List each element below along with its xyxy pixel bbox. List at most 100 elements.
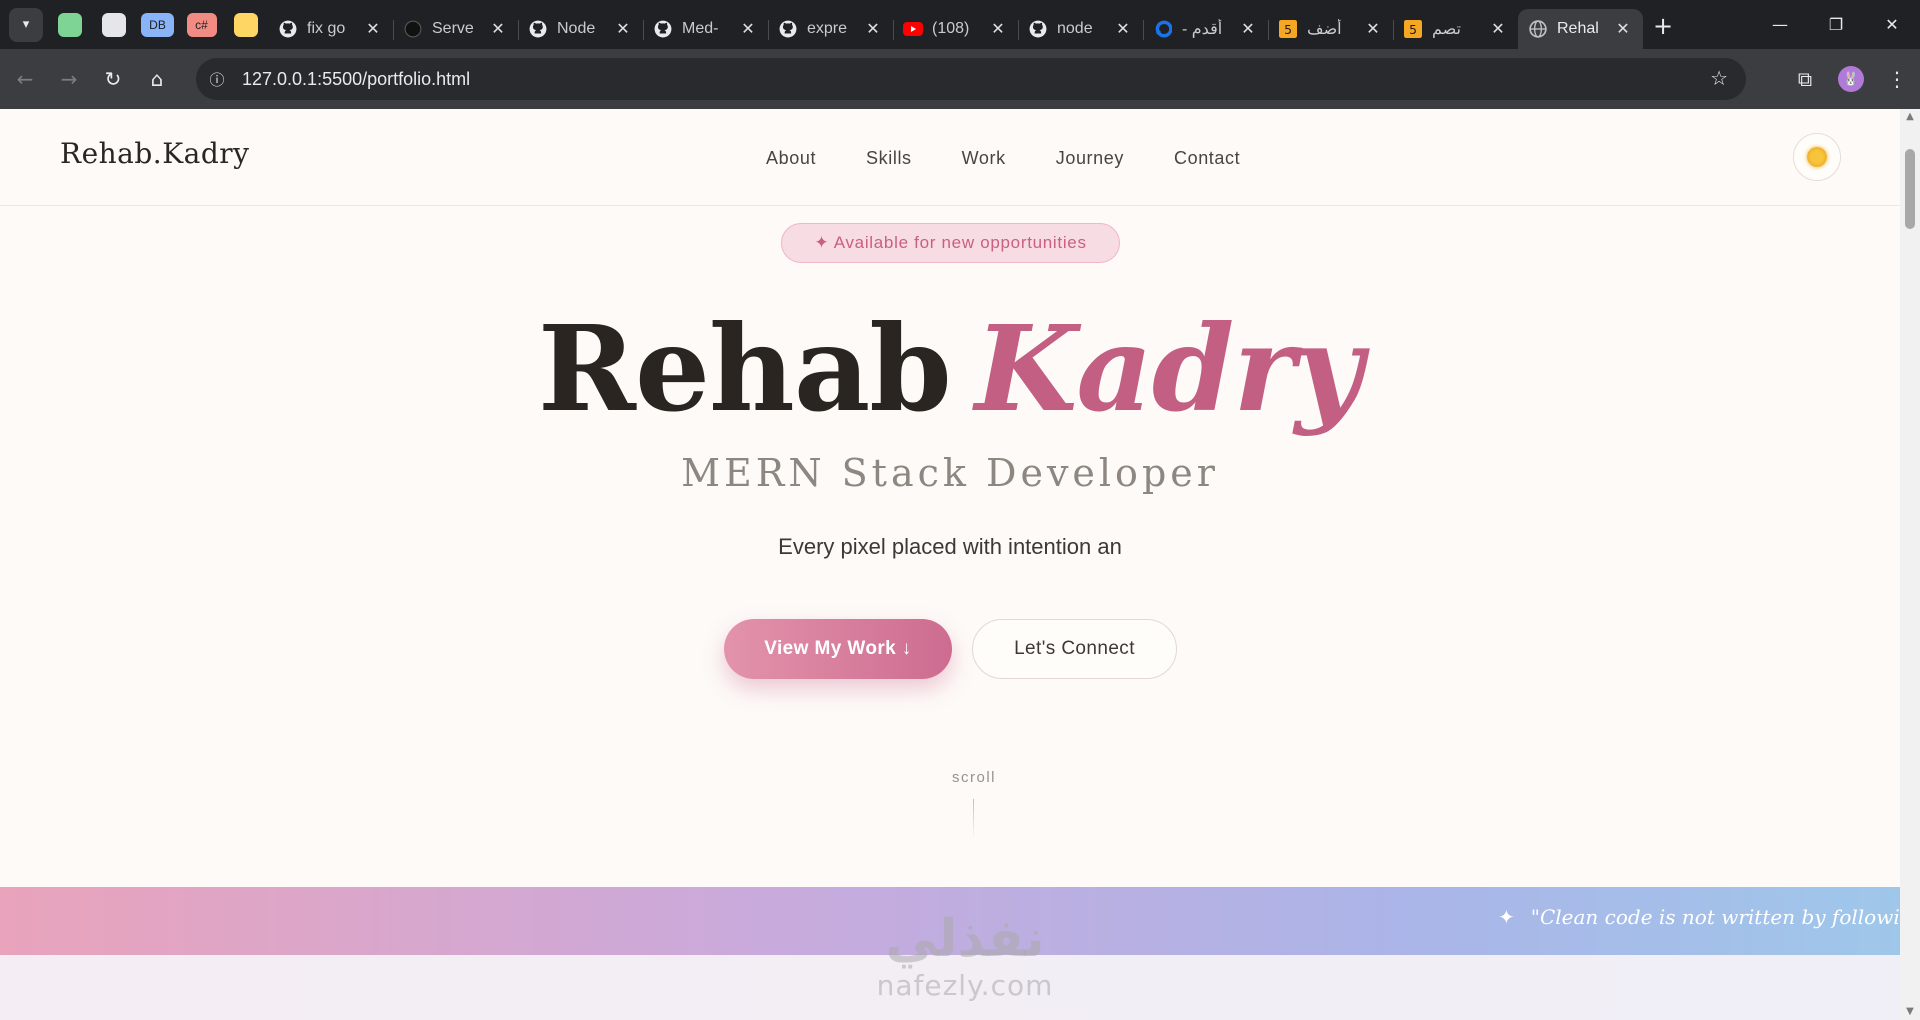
window-controls: — ❐ ✕ — [1752, 0, 1920, 49]
tab-group-icon — [57, 12, 82, 37]
close-icon[interactable]: ✕ — [1113, 19, 1133, 39]
back-button[interactable]: ← — [6, 60, 44, 98]
browser-tab[interactable]: 5 أضف ✕ — [1268, 9, 1393, 49]
page-viewport: Rehab.Kadry About Skills Work Journey Co… — [0, 109, 1900, 1020]
tab-title: أقدم - — [1182, 21, 1223, 38]
nav-link-about[interactable]: About — [766, 148, 816, 169]
tab-search-button[interactable]: ▾ — [9, 7, 43, 42]
browser-tab[interactable]: Node ✕ — [518, 9, 643, 49]
close-icon[interactable]: ✕ — [363, 19, 383, 39]
marquee-content: ✦ "Clean code is not written by following… — [1498, 905, 1900, 929]
html5-icon: 5 — [1278, 19, 1298, 39]
browser-tab-active[interactable]: Rehal ✕ — [1518, 9, 1643, 49]
connect-button[interactable]: Let's Connect — [972, 619, 1177, 679]
tab-group-icon: DB — [141, 12, 174, 37]
forward-button[interactable]: → — [50, 60, 88, 98]
url-text[interactable]: 127.0.0.1:5500/portfolio.html — [242, 69, 470, 90]
close-icon[interactable]: ✕ — [1488, 19, 1508, 39]
toolbar-actions: ⧉ 🐰 ⋮ — [1782, 49, 1920, 109]
tab-title: Serve — [432, 20, 474, 37]
arrow-left-icon: ← — [16, 67, 34, 91]
github-icon — [528, 19, 548, 39]
dart-icon — [1153, 19, 1173, 39]
site-nav-links: About Skills Work Journey Contact — [766, 148, 1240, 169]
close-icon[interactable]: ✕ — [988, 19, 1008, 39]
extensions-icon[interactable]: ⧉ — [1782, 56, 1828, 102]
home-button[interactable]: ⌂ — [138, 60, 176, 98]
tab-group-icon — [233, 12, 258, 37]
tab-title: Node — [557, 20, 596, 37]
reload-icon: ↻ — [104, 67, 122, 91]
pinned-tab[interactable] — [229, 8, 262, 41]
sparkle-icon: ✦ — [1498, 905, 1515, 929]
nav-link-work[interactable]: Work — [962, 148, 1006, 169]
close-icon[interactable]: ✕ — [613, 19, 633, 39]
browser-tab[interactable]: Serve ✕ — [393, 9, 518, 49]
browser-tab[interactable]: (108) ✕ — [893, 9, 1018, 49]
close-icon[interactable]: ✕ — [1613, 19, 1633, 39]
menu-dots-icon[interactable]: ⋮ — [1874, 56, 1920, 102]
tab-title: (108) — [932, 20, 970, 37]
scroll-up-icon[interactable]: ▲ — [1904, 111, 1916, 123]
svg-text:5: 5 — [1284, 23, 1292, 37]
close-icon[interactable]: ✕ — [738, 19, 758, 39]
close-icon[interactable]: ✕ — [1238, 19, 1258, 39]
browser-tab[interactable]: node ✕ — [1018, 9, 1143, 49]
availability-badge: ✦ Available for new opportunities — [781, 223, 1120, 263]
chevron-down-icon: ▾ — [22, 17, 30, 32]
close-icon[interactable]: ✕ — [1363, 19, 1383, 39]
browser-tab[interactable]: fix go ✕ — [268, 9, 393, 49]
sun-icon — [1807, 147, 1827, 167]
tab-title: أضف — [1307, 21, 1342, 38]
site-info-icon[interactable]: ⓘ — [204, 66, 230, 92]
nav-link-journey[interactable]: Journey — [1056, 148, 1124, 169]
watermark-latin: nafezly.com — [876, 969, 1054, 1002]
home-icon: ⌂ — [150, 67, 164, 91]
arrow-right-icon: → — [60, 67, 78, 91]
browser-tab[interactable]: 5 تصم ✕ — [1393, 9, 1518, 49]
tab-title: Rehal — [1557, 20, 1599, 37]
page-scrollbar[interactable]: ▲ ▼ — [1900, 109, 1920, 1020]
profile-avatar[interactable]: 🐰 — [1838, 66, 1864, 92]
tab-title: fix go — [307, 20, 346, 37]
new-tab-button[interactable]: + — [1645, 8, 1681, 44]
nav-link-skills[interactable]: Skills — [866, 148, 912, 169]
pinned-tab[interactable]: c# — [185, 8, 218, 41]
scrollbar-thumb[interactable] — [1905, 149, 1915, 229]
site-logo[interactable]: Rehab.Kadry — [60, 137, 249, 170]
view-work-button[interactable]: View My Work ↓ — [724, 619, 952, 679]
pinned-tabs: DB c# — [53, 8, 262, 41]
close-window-button[interactable]: ✕ — [1864, 0, 1920, 49]
pinned-tab[interactable]: DB — [141, 8, 174, 41]
browser-tab[interactable]: Med- ✕ — [643, 9, 768, 49]
scroll-down-icon[interactable]: ▼ — [1904, 1006, 1916, 1018]
scroll-line — [973, 799, 974, 839]
hero-last-name: Kadry — [974, 299, 1363, 438]
compass-icon — [403, 19, 423, 39]
restore-button[interactable]: ❐ — [1808, 0, 1864, 49]
globe-icon — [1528, 19, 1548, 39]
bookmark-star-icon[interactable]: ☆ — [1710, 66, 1728, 90]
plus-icon: + — [1652, 11, 1674, 40]
close-icon[interactable]: ✕ — [863, 19, 883, 39]
browser-tab[interactable]: expre ✕ — [768, 9, 893, 49]
browser-tab-bar: ▾ DB c# fix go ✕ Serve ✕ Node ✕ Med- ✕ e… — [0, 0, 1920, 49]
browser-tab[interactable]: أقدم - ✕ — [1143, 9, 1268, 49]
svg-text:5: 5 — [1409, 23, 1417, 37]
github-icon — [278, 19, 298, 39]
tab-group-icon — [101, 12, 126, 37]
tab-group-icon: c# — [186, 12, 217, 37]
hero-first-name: Rehab — [537, 299, 952, 438]
theme-toggle-button[interactable] — [1793, 133, 1841, 181]
reload-button[interactable]: ↻ — [94, 60, 132, 98]
nav-link-contact[interactable]: Contact — [1174, 148, 1240, 169]
address-bar[interactable]: ⓘ 127.0.0.1:5500/portfolio.html ☆ — [196, 58, 1746, 100]
youtube-icon — [903, 19, 923, 39]
marquee-quote: "Clean code is not written by following … — [1530, 905, 1900, 929]
close-icon[interactable]: ✕ — [488, 19, 508, 39]
hero-role: MERN Stack Developer — [681, 451, 1219, 495]
pinned-tab[interactable] — [97, 8, 130, 41]
minimize-button[interactable]: — — [1752, 0, 1808, 49]
scroll-hint: scroll — [951, 769, 996, 786]
pinned-tab[interactable] — [53, 8, 86, 41]
